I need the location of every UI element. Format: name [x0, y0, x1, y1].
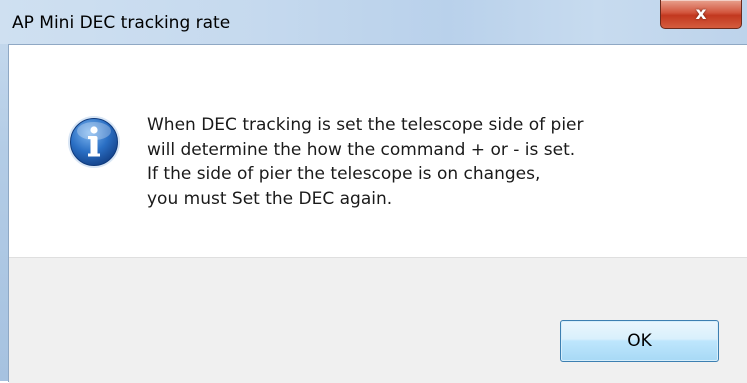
message-line-2: will determine the how the command + or … — [147, 139, 576, 160]
window-title: AP Mini DEC tracking rate — [12, 13, 231, 33]
message-text: When DEC tracking is set the telescope s… — [147, 113, 584, 211]
button-bar: OK — [9, 257, 747, 383]
close-icon: x — [695, 4, 707, 24]
message-line-1: When DEC tracking is set the telescope s… — [147, 115, 584, 135]
message-line-4: you must Set the DEC again. — [147, 188, 393, 209]
close-button[interactable]: x — [660, 0, 742, 29]
dialog-window: AP Mini DEC tracking rate x When DEC tra… — [0, 0, 747, 383]
message-area: When DEC tracking is set the telescope s… — [9, 45, 747, 257]
info-icon — [68, 116, 120, 168]
dialog-client-area: When DEC tracking is set the telescope s… — [8, 44, 747, 383]
title-bar[interactable]: AP Mini DEC tracking rate x — [0, 0, 747, 44]
message-line-3: If the side of pier the telescope is on … — [147, 164, 541, 184]
ok-button[interactable]: OK — [560, 320, 719, 362]
